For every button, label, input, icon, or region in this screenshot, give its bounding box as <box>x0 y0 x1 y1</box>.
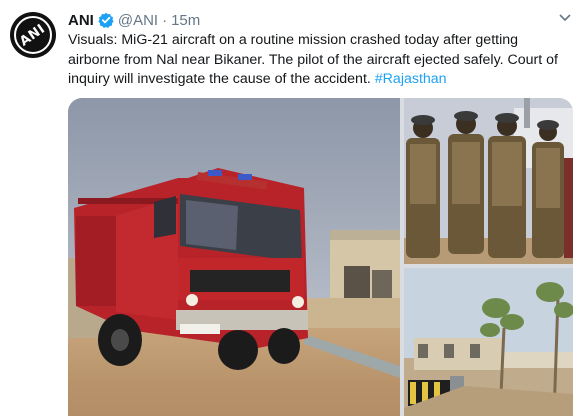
timestamp[interactable]: 15m <box>171 12 200 29</box>
display-name[interactable]: ANI <box>68 12 94 29</box>
photo-fire-truck[interactable] <box>68 98 400 416</box>
media-grid <box>68 98 573 416</box>
hashtag-link[interactable]: #Rajasthan <box>375 71 447 87</box>
chevron-down-icon[interactable] <box>557 10 573 26</box>
tweet-text: Visuals: MiG-21 aircraft on a routine mi… <box>68 31 573 90</box>
user-handle[interactable]: @ANI <box>118 12 158 29</box>
photo-police-officers[interactable] <box>404 98 573 264</box>
tweet-body: Visuals: MiG-21 aircraft on a routine mi… <box>68 32 558 87</box>
separator-dot: · <box>162 11 168 29</box>
tweet-header: ANI @ANI · 15m <box>68 10 559 30</box>
verified-badge-icon <box>98 12 114 28</box>
avatar[interactable]: ANI <box>10 12 56 58</box>
photo-campus-vehicle[interactable] <box>404 268 573 416</box>
